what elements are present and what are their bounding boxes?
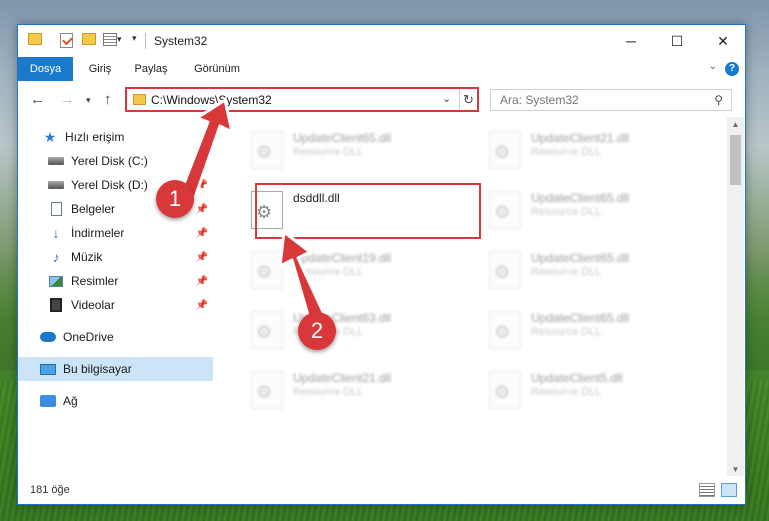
sidebar-item-label: Ağ — [63, 394, 78, 408]
sidebar-item-label: OneDrive — [63, 330, 114, 344]
ribbon-tabs: Dosya Giriş Paylaş Görünüm ⌄ ? — [18, 57, 745, 109]
forward-arrow-icon[interactable]: → — [60, 91, 75, 108]
sidebar-item-this-pc[interactable]: Bu bilgisayar — [18, 357, 213, 381]
recent-locations-chevron-icon[interactable]: ▾ — [86, 95, 91, 106]
list-item[interactable]: ⚙ UpdateClient63.dll Resource DLL — [243, 305, 463, 357]
pin-icon[interactable]: 📌 — [196, 300, 208, 311]
back-arrow-icon[interactable]: ← — [30, 91, 45, 108]
new-folder-icon[interactable] — [82, 33, 96, 45]
address-dropdown-chevron-icon[interactable]: ⌄ — [442, 92, 451, 105]
step-one-badge: 1 — [156, 180, 194, 218]
dll-file-icon: ⚙ — [251, 311, 283, 349]
help-icon[interactable]: ? — [725, 62, 739, 76]
sidebar-item-label: Bu bilgisayar — [63, 362, 132, 376]
sidebar-item-pictures[interactable]: Resimler 📌 — [18, 269, 213, 293]
navigation-pane: ★ Hızlı erişim Yerel Disk (C:) 📌 Yerel D… — [18, 117, 213, 478]
highlight-box — [255, 183, 481, 239]
window-title: System32 — [154, 34, 208, 48]
pin-icon[interactable]: 📌 — [196, 252, 208, 263]
dll-file-icon: ⚙ — [251, 251, 283, 289]
sidebar-item-label: Resimler — [71, 274, 119, 288]
scroll-up-arrow-icon[interactable]: ▲ — [727, 117, 744, 133]
sidebar-item-music[interactable]: ♪ Müzik 📌 — [18, 245, 213, 269]
drive-icon — [48, 154, 64, 168]
list-item[interactable]: ⚙ UpdateClient65.dll Resource DLL — [481, 185, 701, 237]
sidebar-item-quick-access[interactable]: ★ Hızlı erişim — [18, 125, 213, 149]
pin-icon[interactable]: 📌 — [196, 276, 208, 287]
address-path[interactable]: C:\Windows\System32 — [151, 93, 272, 107]
dll-file-icon: ⚙ — [489, 311, 521, 349]
sidebar-item-videos[interactable]: Videolar 📌 — [18, 293, 213, 317]
file-list: ⚙ UpdateClient65.dll Resource DLL ⚙ Upda… — [213, 117, 727, 478]
list-item[interactable]: ⚙ UpdateClient21.dll Resource DLL — [243, 365, 463, 417]
list-item[interactable]: ⚙ UpdateClient5.dll Resource DLL — [481, 365, 701, 417]
pin-icon[interactable]: 📌 — [196, 156, 208, 167]
refresh-icon[interactable]: ↻ — [459, 89, 477, 110]
folder-icon — [28, 33, 42, 45]
address-folder-icon — [133, 94, 146, 105]
list-item[interactable]: ⚙ UpdateClient21.dll Resource DLL — [481, 125, 701, 177]
dll-file-icon: ⚙ — [251, 371, 283, 409]
list-item[interactable]: ⚙ UpdateClient65.dll Resource DLL — [481, 245, 701, 297]
status-bar: 181 öğe — [18, 476, 745, 504]
tab-share[interactable]: Paylaş — [130, 57, 172, 81]
list-item[interactable]: ⚙ UpdateClient65.dll Resource DLL — [481, 305, 701, 357]
navigation-bar: ← → ▾ ↑ C:\Windows\System32 ⌄ ↻ Ara: Sys… — [18, 81, 745, 117]
sidebar-item-onedrive[interactable]: OneDrive — [18, 325, 213, 349]
sidebar-item-label: Yerel Disk (C:) — [71, 154, 148, 168]
title-divider — [145, 33, 146, 49]
tab-view[interactable]: Görünüm — [188, 57, 246, 81]
network-icon — [40, 394, 56, 408]
pin-icon[interactable]: 📌 — [196, 228, 208, 239]
sidebar-item-label: Müzik — [71, 250, 103, 264]
pictures-icon — [48, 274, 64, 288]
dll-file-icon: ⚙ — [489, 251, 521, 289]
item-count: 181 öğe — [30, 484, 70, 496]
star-icon: ★ — [43, 128, 57, 145]
pin-icon[interactable]: 📌 — [196, 204, 208, 215]
sidebar-item-label: Belgeler — [71, 202, 116, 216]
onedrive-icon — [40, 330, 56, 344]
scrollbar-thumb[interactable] — [730, 135, 741, 185]
drive-icon — [48, 178, 64, 192]
sidebar-item-label: Videolar — [71, 298, 115, 312]
maximize-button[interactable]: ☐ — [654, 25, 700, 57]
computer-icon — [40, 362, 56, 376]
dll-file-icon: ⚙ — [489, 371, 521, 409]
search-input[interactable]: Ara: System32 — [500, 93, 579, 107]
sidebar-item-label: Yerel Disk (D:) — [71, 178, 148, 192]
pin-icon[interactable]: 📌 — [196, 180, 208, 191]
file-explorer-window: ▾ ▾ System32 ─ ☐ ✕ Dosya Giriş Paylaş Gö… — [17, 24, 746, 505]
list-item[interactable]: ⚙ UpdateClient65.dll Resource DLL — [243, 125, 463, 177]
minimize-button[interactable]: ─ — [608, 25, 654, 57]
vertical-scrollbar[interactable]: ▲ ▼ — [727, 117, 744, 478]
videos-icon — [48, 298, 64, 312]
up-arrow-icon[interactable]: ↑ — [104, 91, 112, 108]
title-bar: ▾ ▾ System32 ─ ☐ ✕ — [18, 25, 745, 57]
quick-access-dropdown-icon[interactable]: ▾ — [132, 33, 137, 44]
sidebar-item-downloads[interactable]: ↓ İndirmeler 📌 — [18, 221, 213, 245]
ribbon-expand-icon[interactable]: ⌄ — [709, 61, 717, 72]
customize-toolbar-icon[interactable]: ▾ — [103, 33, 122, 46]
search-icon[interactable]: ⚲ — [714, 93, 723, 107]
properties-check-icon[interactable] — [60, 33, 73, 48]
download-icon: ↓ — [52, 225, 60, 241]
dll-file-icon: ⚙ — [489, 191, 521, 229]
sidebar-item-local-disk-c[interactable]: Yerel Disk (C:) 📌 — [18, 149, 213, 173]
sidebar-item-label: Hızlı erişim — [65, 130, 125, 144]
dll-file-icon: ⚙ — [251, 131, 283, 169]
large-icons-view-icon[interactable] — [721, 483, 737, 497]
list-item[interactable]: ⚙ UpdateClient19.dll Resource DLL — [243, 245, 463, 297]
close-button[interactable]: ✕ — [700, 25, 746, 57]
search-box[interactable]: Ara: System32 ⚲ — [490, 89, 732, 111]
address-bar[interactable]: C:\Windows\System32 ⌄ ↻ — [125, 87, 479, 112]
details-view-icon[interactable] — [699, 483, 715, 497]
sidebar-item-network[interactable]: Ağ — [18, 389, 213, 413]
dll-file-icon: ⚙ — [489, 131, 521, 169]
sidebar-item-label: İndirmeler — [71, 226, 125, 240]
tab-home[interactable]: Giriş — [82, 57, 118, 81]
documents-icon — [48, 202, 64, 216]
step-two-badge: 2 — [298, 312, 336, 350]
music-icon: ♪ — [52, 249, 60, 265]
